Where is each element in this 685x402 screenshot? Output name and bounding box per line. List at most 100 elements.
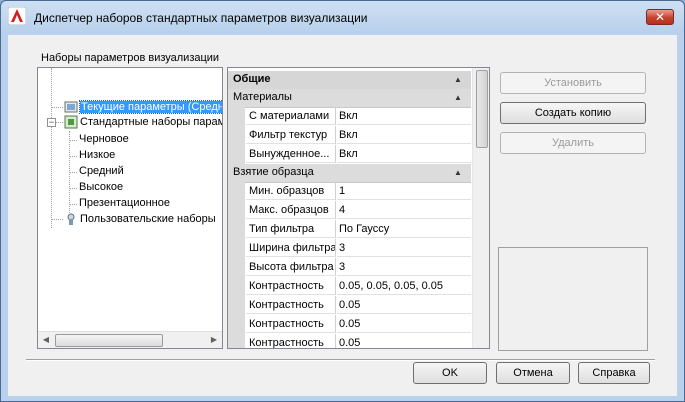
close-button[interactable]: ✕ (646, 9, 674, 25)
dialog-window: Диспетчер наборов стандартных параметров… (0, 0, 685, 402)
tree-item-label: Текущие параметры (Средний) (79, 100, 222, 114)
tree-item[interactable]: Черновое (79, 132, 129, 147)
tree-connector (69, 140, 77, 141)
tree-item[interactable]: Высокое (79, 180, 123, 195)
presets-group-label: Наборы параметров визуализации (39, 52, 222, 64)
row-gutter (228, 220, 245, 239)
footer-divider (26, 359, 655, 361)
property-name: Контрастность (246, 315, 336, 333)
tree-item[interactable]: Презентационное (79, 196, 170, 211)
row-gutter (228, 126, 245, 145)
standard-presets-icon (64, 115, 78, 129)
property-name: Высота фильтра (246, 258, 336, 276)
property-name: Мин. образцов (246, 182, 336, 200)
property-row[interactable]: Вынужденное... Вкл (228, 145, 471, 164)
property-name: С материалами (246, 107, 336, 125)
property-row[interactable]: Высота фильтра 3 (228, 258, 471, 277)
collapse-icon[interactable]: ▲ (454, 75, 462, 84)
tree-item-label: Средний (79, 165, 124, 177)
custom-presets-icon (67, 213, 75, 225)
scroll-thumb[interactable] (55, 334, 163, 347)
property-row[interactable]: Мин. образцов 1 (228, 182, 471, 201)
row-gutter (228, 182, 245, 201)
property-value[interactable]: 1 (337, 182, 471, 200)
property-value[interactable]: Вкл (337, 107, 471, 125)
scroll-left-icon[interactable]: ◀ (38, 332, 54, 348)
row-gutter (228, 315, 245, 334)
property-row[interactable]: Ширина фильтра 3 (228, 239, 471, 258)
property-value[interactable]: 0.05 (337, 315, 471, 333)
properties-header-general[interactable]: Общие ▲ (228, 71, 471, 90)
tree-item-label: Пользовательские наборы (80, 213, 216, 225)
property-value[interactable]: 3 (337, 258, 471, 276)
properties-vertical-scrollbar[interactable] (472, 68, 489, 348)
tree-connector (69, 204, 77, 205)
tree-item[interactable]: Пользовательские наборы (64, 212, 216, 227)
help-button[interactable]: Справка (578, 362, 650, 384)
tree-item-label: Стандартные наборы параметров (80, 116, 223, 128)
tree-connector (69, 156, 77, 157)
tree-item-label: Высокое (79, 181, 124, 193)
property-name: Макс. образцов (246, 201, 336, 219)
title-bar[interactable]: Диспетчер наборов стандартных параметров… (1, 1, 684, 34)
tree-item[interactable]: Текущие параметры (Средний) (64, 100, 222, 115)
property-name: Контрастность (246, 334, 336, 348)
property-value[interactable]: 3 (337, 239, 471, 257)
property-name: Ширина фильтра (246, 239, 336, 257)
property-row[interactable]: Контрастность 0.05 (228, 334, 471, 348)
preview-area (498, 247, 648, 351)
property-name: Вынужденное... (246, 145, 336, 163)
property-row[interactable]: Тип фильтра По Гауссу (228, 220, 471, 239)
property-row[interactable]: Контрастность 0.05 (228, 296, 471, 315)
tree-item-label: Низкое (79, 149, 116, 161)
delete-button[interactable]: Удалить (500, 132, 646, 154)
properties-category[interactable]: Взятие образца ▲ (228, 164, 471, 183)
dialog-client-area: Наборы параметров визуализации Текущие п… (8, 35, 677, 396)
tree-connector (69, 172, 77, 173)
current-preset-icon (64, 101, 78, 113)
tree-connector (51, 68, 52, 228)
cancel-button[interactable]: Отмена (496, 362, 570, 384)
window-title: Диспетчер наборов стандартных параметров… (34, 11, 368, 25)
property-row[interactable]: Фильтр текстур Вкл (228, 126, 471, 145)
property-value[interactable]: 0.05 (337, 296, 471, 314)
tree-connector (51, 107, 63, 108)
property-name: Тип фильтра (246, 220, 336, 238)
property-value[interactable]: 4 (337, 201, 471, 219)
property-value[interactable]: По Гауссу (337, 220, 471, 238)
tree-item[interactable]: Стандартные наборы параметров (64, 115, 223, 130)
tree-expander[interactable]: − (47, 118, 56, 127)
property-row[interactable]: С материалами Вкл (228, 107, 471, 126)
create-copy-button[interactable]: Создать копию (500, 102, 646, 124)
tree-item[interactable]: Низкое (79, 148, 115, 163)
tree-item-label: Презентационное (79, 197, 170, 209)
ok-button[interactable]: OK (413, 362, 487, 384)
properties-category[interactable]: Материалы ▲ (228, 89, 471, 108)
autocad-app-icon (8, 7, 26, 25)
row-gutter (228, 239, 245, 258)
row-gutter (228, 258, 245, 277)
property-row[interactable]: Контрастность 0.05 (228, 315, 471, 334)
property-value[interactable]: 0.05, 0.05, 0.05, 0.05 (337, 277, 471, 295)
presets-tree[interactable]: Текущие параметры (Средний) − Стандартные … (37, 67, 223, 349)
row-gutter (228, 145, 245, 164)
scroll-right-icon[interactable]: ▶ (206, 332, 222, 348)
property-value[interactable]: 0.05 (337, 334, 471, 348)
collapse-icon[interactable]: ▲ (454, 168, 462, 177)
property-row[interactable]: Макс. образцов 4 (228, 201, 471, 220)
property-name: Фильтр текстур (246, 126, 336, 144)
property-name: Контрастность (246, 296, 336, 314)
row-gutter (228, 334, 245, 348)
tree-item[interactable]: Средний (79, 164, 124, 179)
tree-item-label: Черновое (79, 133, 129, 145)
collapse-icon[interactable]: ▲ (454, 93, 462, 102)
tree-horizontal-scrollbar[interactable]: ◀ ▶ (38, 331, 222, 348)
row-gutter (228, 296, 245, 315)
property-name: Контрастность (246, 277, 336, 295)
property-row[interactable]: Контрастность 0.05, 0.05, 0.05, 0.05 (228, 277, 471, 296)
properties-grid[interactable]: Общие ▲ Материалы ▲ С материалами Вкл Фильтр т… (227, 67, 490, 349)
scroll-thumb[interactable] (476, 70, 488, 148)
set-current-button[interactable]: Установить (500, 72, 646, 94)
property-value[interactable]: Вкл (337, 145, 471, 163)
property-value[interactable]: Вкл (337, 126, 471, 144)
